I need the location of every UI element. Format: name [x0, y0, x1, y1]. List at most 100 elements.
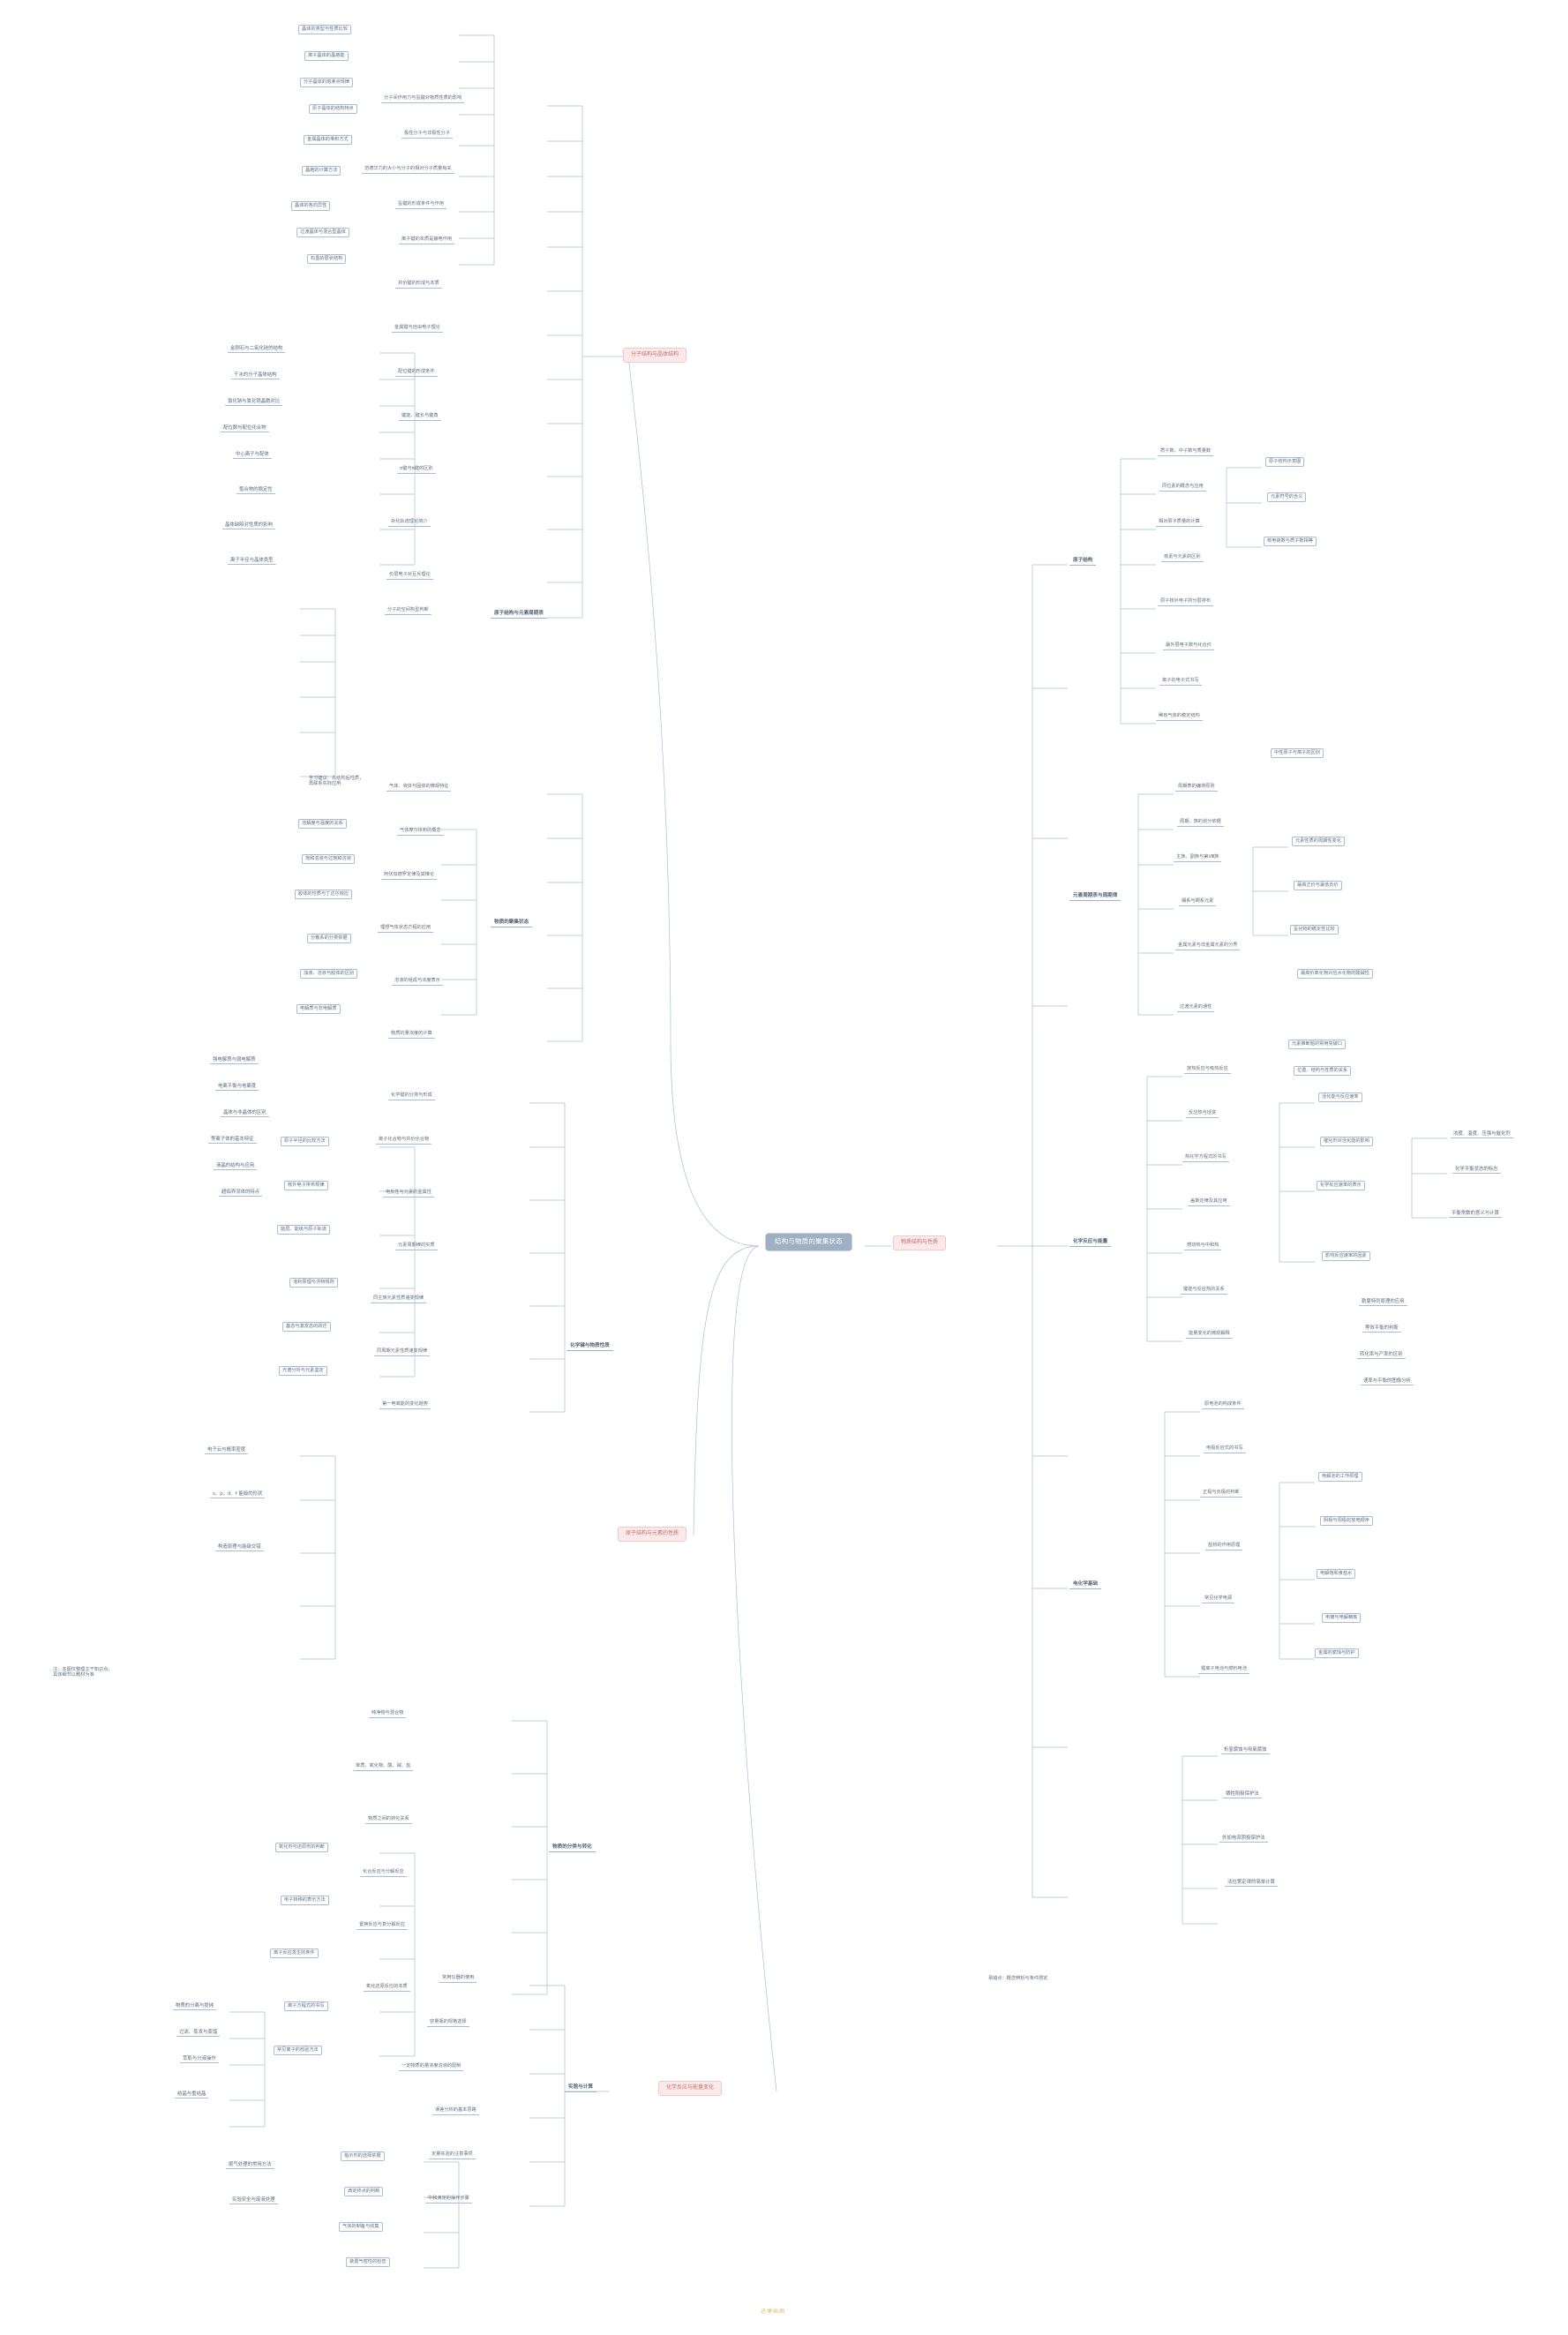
node-lb-12[interactable]: 强电解质与弱电解质 — [210, 1055, 259, 1065]
node-rc-6[interactable]: 能量变化的微观解释 — [1186, 1331, 1233, 1339]
node-la-7[interactable]: 配位键的形成条件 — [395, 369, 438, 377]
node-la-26[interactable]: 中心离子与配体 — [233, 450, 272, 460]
node-lc-10[interactable]: 泡利原理与洪特规则 — [289, 1278, 338, 1288]
node-la-12[interactable]: 分子的空间构型判断 — [385, 607, 431, 615]
node-lc-15[interactable]: 构造原理与能级交错 — [215, 1543, 264, 1552]
topic-node-material-structure[interactable]: 物质结构与性质 — [893, 1235, 947, 1250]
node-ld-1[interactable]: 单质、氧化物、酸、碱、盐 — [353, 1763, 414, 1771]
branch-left-b[interactable]: 物质的聚集状态 — [491, 918, 533, 928]
node-ra-5[interactable]: 最外层电子数与化合价 — [1163, 642, 1214, 650]
node-rb-2[interactable]: 主族、副族与第Ⅷ族 — [1174, 854, 1222, 862]
node-rc-4[interactable]: 燃烧热与中和热 — [1184, 1243, 1222, 1250]
node-rb-7[interactable]: 最高正价与最低负价 — [1294, 881, 1342, 890]
node-ra-7[interactable]: 稀有气体的稳定结构 — [1156, 713, 1203, 721]
node-lb-7[interactable]: 饱和溶液与过饱和溶液 — [302, 854, 355, 864]
node-bt-9[interactable]: 装置气密性的检查 — [346, 2257, 390, 2267]
node-la-21[interactable]: 石墨的层状结构 — [307, 254, 347, 264]
node-bt-11[interactable]: 实验安全与废液处理 — [229, 2196, 278, 2205]
topic-node-atomic-structure[interactable]: 原子结构与元素的性质 — [618, 1527, 687, 1542]
node-la-5[interactable]: 共价键的形成与本质 — [395, 281, 442, 289]
node-lb-5[interactable]: 物质的量浓度的计算 — [388, 1031, 435, 1039]
node-ld-0[interactable]: 纯净物与混合物 — [369, 1710, 407, 1718]
node-la-29[interactable]: 离子半径与晶体类型 — [228, 556, 276, 566]
node-la-19[interactable]: 晶体的各向异性 — [291, 201, 331, 211]
topic-node-reaction-energy[interactable]: 化学反应与能量变化 — [658, 2081, 723, 2096]
node-ld-6[interactable]: 氧化剂与还原剂的判断 — [275, 1843, 328, 1852]
node-bt-1[interactable]: 容量瓶的规格选择 — [427, 2019, 469, 2027]
node-la-2[interactable]: 范德华力的大小与分子的相对分子质量有关 — [362, 166, 454, 174]
branch-right-a[interactable]: 原子结构 — [1069, 556, 1097, 567]
branch-left-a[interactable]: 原子结构与元素周期表 — [491, 609, 547, 619]
node-lc-4[interactable]: 同主族元素性质递变规律 — [371, 1295, 427, 1303]
node-lc-0[interactable]: 化学键的分类与形成 — [388, 1092, 435, 1100]
node-lc-14[interactable]: s、p、d、f 能级的形状 — [210, 1490, 266, 1499]
node-rc-17[interactable]: 速率与平衡的图像分析 — [1361, 1377, 1414, 1386]
node-bt-6[interactable]: 指示剂的选择依据 — [341, 2151, 385, 2161]
node-rc-16[interactable]: 转化率与产率的区别 — [1357, 1350, 1406, 1360]
node-ra-1[interactable]: 同位素的概念与应用 — [1159, 484, 1206, 492]
node-bt-7[interactable]: 滴定终点的判断 — [344, 2187, 384, 2196]
node-rc-10[interactable]: 影响反应速率的因素 — [1322, 1251, 1370, 1261]
node-bt-5[interactable]: 中和滴定的操作步骤 — [425, 2196, 472, 2204]
node-lb-14[interactable]: 晶体与非晶体的区别 — [221, 1108, 269, 1118]
node-la-14[interactable]: 离子晶体的晶格能 — [304, 51, 349, 61]
node-lb-4[interactable]: 溶液的组成与浓度表示 — [392, 978, 443, 986]
node-ra-8[interactable]: 原子结构示意图 — [1265, 457, 1305, 467]
node-ld-8[interactable]: 离子反应发生的条件 — [270, 1948, 319, 1958]
node-la-28[interactable]: 晶体缺陷对性质的影响 — [222, 521, 275, 530]
node-lb-10[interactable]: 浊液、溶液与胶体的区别 — [300, 969, 358, 979]
node-lb-8[interactable]: 胶体的性质与丁达尔效应 — [295, 890, 353, 899]
node-lc-12[interactable]: 光谱分析与元素鉴定 — [279, 1366, 327, 1376]
node-bt-10[interactable]: 尾气处理的常用方法 — [226, 2160, 274, 2170]
node-rb-9[interactable]: 最高价氧化物对应水化物的酸碱性 — [1297, 969, 1373, 979]
node-ra-10[interactable]: 核电荷数与质子数相等 — [1264, 537, 1317, 546]
node-la-11[interactable]: 价层电子对互斥理论 — [386, 572, 433, 580]
node-rb-6[interactable]: 元素性质的周期性变化 — [1292, 837, 1345, 846]
node-rc-11[interactable]: 浓度、温度、压强与催化剂 — [1451, 1130, 1513, 1139]
node-bt-2[interactable]: 一定物质的量浓度溶液的配制 — [399, 2063, 464, 2071]
node-rd-9[interactable]: 电镀与电解精炼 — [1322, 1613, 1362, 1623]
node-lc-9[interactable]: 能层、能级与原子轨道 — [277, 1225, 330, 1235]
node-la-4[interactable]: 离子键的本质是静电作用 — [399, 237, 455, 244]
node-ra-4[interactable]: 原子核外电子的分层排布 — [1158, 598, 1214, 606]
node-la-15[interactable]: 分子晶体的熔沸点规律 — [300, 78, 353, 87]
node-bt-0[interactable]: 常用仪器的使用 — [439, 1975, 477, 1983]
node-ra-9[interactable]: 元素符号的含义 — [1267, 492, 1307, 502]
node-lc-6[interactable]: 第一电离能的变化趋势 — [379, 1401, 431, 1409]
node-rc-5[interactable]: 键能与反应热的关系 — [1181, 1287, 1227, 1295]
node-bt-3[interactable]: 误差分析的基本思路 — [432, 2107, 479, 2115]
node-lc-13[interactable]: 电子云与概率密度 — [205, 1445, 249, 1455]
node-rc-12[interactable]: 化学平衡状态的标志 — [1452, 1165, 1501, 1175]
node-rb-5[interactable]: 过渡元素的通性 — [1177, 1004, 1215, 1012]
node-ld-13[interactable]: 萃取与分液操作 — [180, 2054, 219, 2064]
node-ld-12[interactable]: 过滤、蒸发与蒸馏 — [176, 2028, 221, 2038]
node-lb-3[interactable]: 理想气体状态方程的应用 — [378, 925, 434, 933]
node-rb-8[interactable]: 氢化物的稳定性比较 — [1290, 925, 1339, 935]
node-rc-1[interactable]: 反应热与焓变 — [1186, 1110, 1219, 1118]
node-rd-5[interactable]: 锂离子电池与燃料电池 — [1198, 1666, 1249, 1674]
node-lc-7[interactable]: 原子半径的比较方法 — [281, 1137, 329, 1146]
node-lb-17[interactable]: 超临界流体的特点 — [219, 1188, 263, 1198]
node-la-16[interactable]: 原子晶体的结构特点 — [309, 104, 357, 114]
node-ld-11[interactable]: 物质的分离与提纯 — [173, 2001, 217, 2011]
node-la-6[interactable]: 金属键与自由电子理论 — [392, 325, 443, 333]
node-ld-4[interactable]: 置换反应与复分解反应 — [356, 1922, 408, 1930]
node-la-18[interactable]: 晶胞的计算方法 — [302, 166, 341, 176]
node-la-1[interactable]: 极性分子与非极性分子 — [401, 131, 453, 139]
node-ra-0[interactable]: 质子数、中子数与质量数 — [1158, 448, 1214, 456]
node-lc-2[interactable]: 电负性与元素的金属性 — [383, 1190, 434, 1198]
node-rc-7[interactable]: 活化能与反应速率 — [1318, 1092, 1362, 1102]
node-rd-6[interactable]: 电解池的工作原理 — [1318, 1472, 1362, 1482]
topic-node-molecular-crystal[interactable]: 分子结构与晶体结构 — [623, 348, 687, 363]
node-rc-3[interactable]: 盖斯定律及其应用 — [1188, 1198, 1230, 1206]
node-la-24[interactable]: 氯化钠与氯化铯晶胞对比 — [225, 397, 283, 407]
node-rb-4[interactable]: 金属元素与非金属元素的分界 — [1175, 942, 1241, 950]
node-la-3[interactable]: 氢键的形成条件与作用 — [395, 201, 446, 209]
node-rc-14[interactable]: 勒夏特列原理的应用 — [1359, 1297, 1407, 1307]
node-rd-8[interactable]: 电解饱和食盐水 — [1317, 1569, 1356, 1579]
node-rc-2[interactable]: 热化学方程式的书写 — [1182, 1154, 1229, 1162]
node-ld-2[interactable]: 物质之间的转化关系 — [365, 1816, 412, 1824]
branch-left-c[interactable]: 化学键与物质性质 — [566, 1341, 613, 1352]
node-la-25[interactable]: 配位数与配位化合物 — [221, 424, 269, 433]
node-lb-9[interactable]: 分散系的分类依据 — [307, 934, 351, 943]
